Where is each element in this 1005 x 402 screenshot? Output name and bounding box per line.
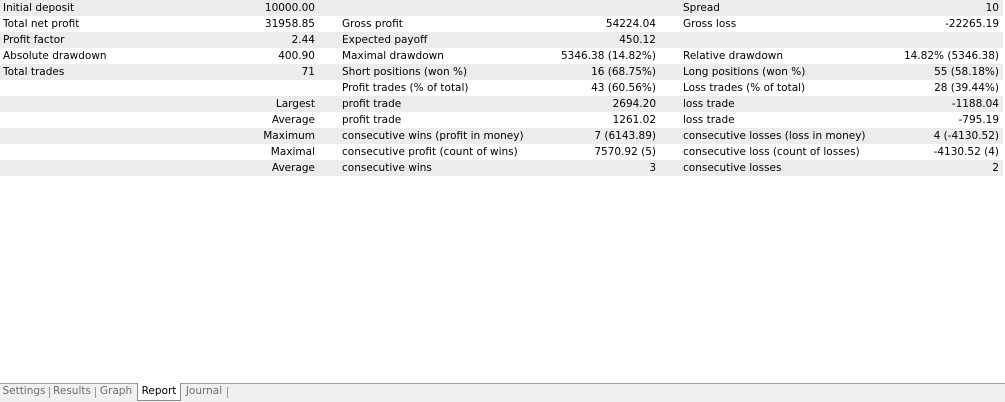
report-row-initial-deposit: Initial deposit 10000.00 Spread 10 [0,0,1003,16]
row-value: 7 (6143.89) [594,130,656,142]
row-label: Average [271,114,315,126]
row-label: Total trades [3,66,65,78]
report-row-total-net-profit: Total net profit 31958.85 Gross profit 5… [0,16,1003,32]
tab-bar: Settings Results Graph Report Journal [0,383,1005,402]
row-value: 31958.85 [264,18,315,30]
row-value: 28 (39.44%) [934,82,999,94]
row-label [3,80,203,96]
row-value: -4130.52 (4) [933,146,999,158]
row-value: -795.19 [958,114,999,126]
report-row-average-trade: Average profit trade 1261.02 loss trade … [0,112,1003,128]
report-row-largest-trade: Largest profit trade 2694.20 loss trade … [0,96,1003,112]
row-label: Maximum [263,130,315,142]
row-value: 4 (-4130.52) [933,130,999,142]
row-label [3,160,203,176]
row-value: 54224.04 [605,18,656,30]
tab-report[interactable]: Report [137,383,181,401]
row-value: 3 [649,162,656,174]
row-label: Largest [275,98,315,110]
tab-settings[interactable]: Settings [1,384,47,400]
row-label [3,128,203,144]
tab-graph[interactable]: Graph [97,384,135,400]
row-value: 2.44 [291,34,315,46]
report-row-maximal-consecutive: Maximal consecutive profit (count of win… [0,144,1003,160]
row-value: -22265.19 [945,18,999,30]
row-value: 10000.00 [264,2,315,14]
row-label: Profit factor [3,34,65,46]
report-panel: Initial deposit 10000.00 Spread 10 Total… [0,0,1005,383]
row-value [500,0,656,16]
report-row-total-trades: Total trades 71 Short positions (won %) … [0,64,1003,80]
tab-separator [49,387,50,398]
tab-separator [95,387,96,398]
row-value: 55 (58.18%) [934,66,999,78]
tab-journal[interactable]: Journal [182,384,226,400]
report-row-profit-factor: Profit factor 2.44 Expected payoff 450.1… [0,32,1003,48]
row-label: Total net profit [3,18,80,30]
row-value: 16 (68.75%) [591,66,656,78]
row-value: 2694.20 [612,98,656,110]
row-value: 7570.92 (5) [594,146,656,158]
row-value: 2 [992,162,999,174]
row-value: -1188.04 [951,98,999,110]
row-value: 14.82% (5346.38) [904,50,999,62]
row-label: Maximal [270,146,315,158]
row-value: 450.12 [619,34,656,46]
row-label [3,112,203,128]
row-value: 43 (60.56%) [591,82,656,94]
report-row-drawdown: Absolute drawdown 400.90 Maximal drawdow… [0,48,1003,64]
row-label: Average [271,162,315,174]
tab-separator [227,387,228,398]
row-value: 10 [985,2,999,14]
row-label: Absolute drawdown [3,50,107,62]
report-row-average-consecutive: Average consecutive wins 3 consecutive l… [0,160,1003,176]
row-label [3,144,203,160]
report-row-maximum-consecutive: Maximum consecutive wins (profit in mone… [0,128,1003,144]
row-label: Initial deposit [3,2,75,14]
report-row-profit-loss-trades: Profit trades (% of total) 43 (60.56%) L… [0,80,1003,96]
row-value [830,32,999,48]
row-value: 71 [301,66,315,78]
row-value: 400.90 [278,50,315,62]
tab-results[interactable]: Results [51,384,93,400]
row-label [3,96,203,112]
row-value: 5346.38 (14.82%) [561,50,656,62]
row-value [190,80,315,96]
row-value: 1261.02 [612,114,656,126]
